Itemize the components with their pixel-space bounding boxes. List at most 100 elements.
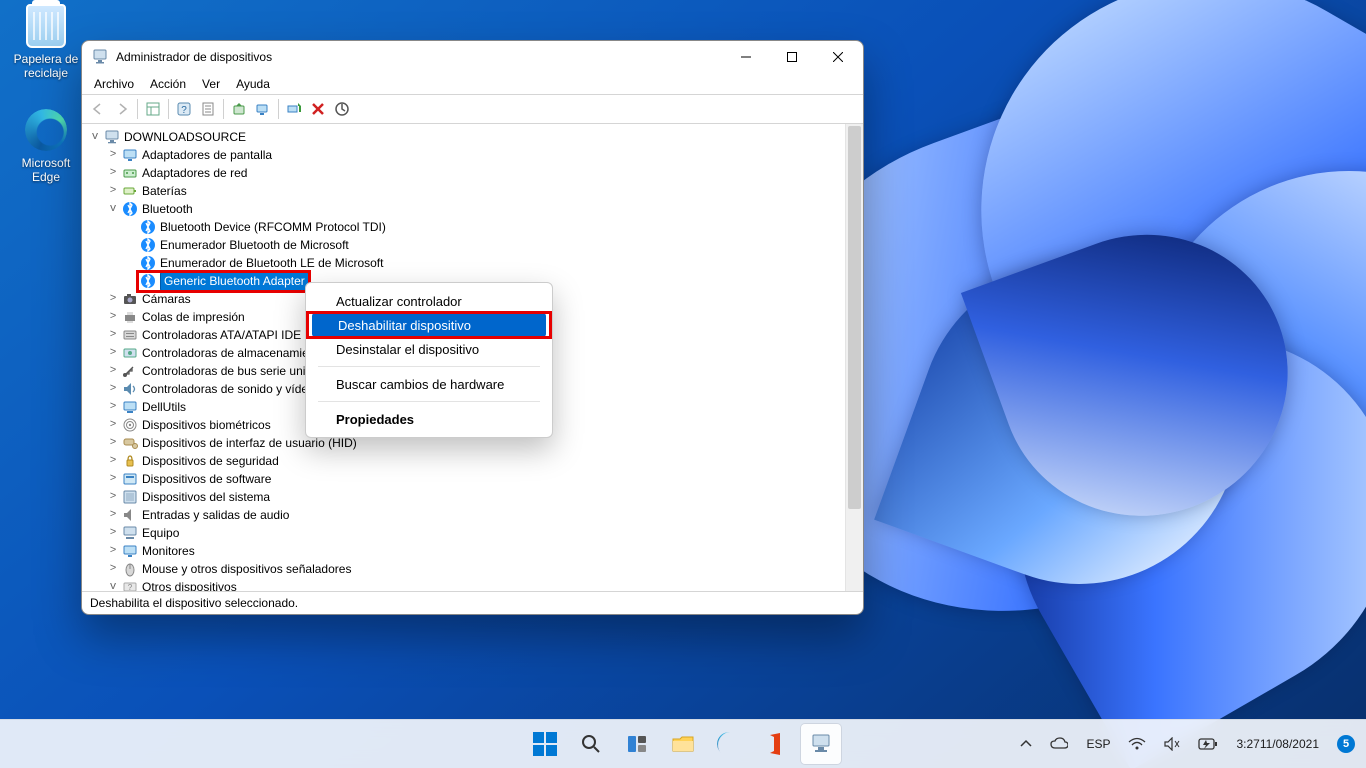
expand-toggle[interactable]: > (106, 563, 120, 575)
expand-toggle[interactable]: > (106, 437, 120, 449)
tree-item-14[interactable]: >Dispositivos de software (88, 470, 845, 488)
expand-toggle[interactable]: v (88, 131, 102, 143)
expand-toggle[interactable]: > (106, 149, 120, 161)
office-button[interactable] (755, 724, 795, 764)
tree-item-label: Generic Bluetooth Adapter (160, 272, 309, 291)
menubar: Archivo Acción Ver Ayuda (82, 73, 863, 95)
tree-item-label: Cámaras (142, 292, 191, 306)
tree-item-15[interactable]: >Dispositivos del sistema (88, 488, 845, 506)
disable-device-button[interactable] (330, 97, 354, 121)
expand-toggle[interactable]: > (106, 473, 120, 485)
tree-root[interactable]: vDOWNLOADSOURCE (88, 128, 845, 146)
expand-toggle[interactable]: > (106, 509, 120, 521)
language-indicator[interactable]: ESP (1083, 737, 1113, 751)
tree-item-3[interactable]: v Bluetooth (88, 200, 845, 218)
tree-item-2[interactable]: >Baterías (88, 182, 845, 200)
svg-text:?: ? (128, 583, 133, 591)
tree-item-16[interactable]: >Entradas y salidas de audio (88, 506, 845, 524)
task-view-button[interactable] (617, 724, 657, 764)
menu-archivo[interactable]: Archivo (86, 73, 142, 94)
tree-item-20[interactable]: v?Otros dispositivos (88, 578, 845, 591)
edge-taskbar-button[interactable] (709, 724, 749, 764)
chevron-up-icon (1020, 738, 1032, 750)
file-explorer-button[interactable] (663, 724, 703, 764)
expand-toggle[interactable]: > (106, 365, 120, 377)
edge-desktop-icon[interactable]: Microsoft Edge (8, 108, 84, 184)
battery-tray-icon[interactable] (1195, 738, 1221, 750)
tree-item-0[interactable]: >Adaptadores de pantalla (88, 146, 845, 164)
back-button (86, 97, 110, 121)
expand-toggle[interactable]: > (106, 293, 120, 305)
device-manager-icon (810, 733, 832, 755)
expand-toggle[interactable]: > (106, 455, 120, 467)
tree-item-17[interactable]: >Equipo (88, 524, 845, 542)
tree-item-label: Bluetooth (142, 202, 193, 216)
camera-icon (122, 291, 138, 307)
tray-overflow-button[interactable] (1017, 738, 1035, 750)
context-item-4[interactable]: Buscar cambios de hardware (306, 372, 552, 396)
tree-item-18[interactable]: >Monitores (88, 542, 845, 560)
expand-toggle[interactable]: > (106, 347, 120, 359)
context-item-1[interactable]: Deshabilitar dispositivo (312, 313, 546, 337)
edge-icon (25, 109, 67, 151)
statusbar: Deshabilita el dispositivo seleccionado. (82, 591, 863, 614)
help-button[interactable]: ? (172, 97, 196, 121)
expand-toggle[interactable]: > (106, 545, 120, 557)
tree-child-3-1[interactable]: Enumerador Bluetooth de Microsoft (88, 236, 845, 254)
uninstall-device-button[interactable] (306, 97, 330, 121)
minimize-button[interactable] (723, 41, 769, 73)
tree-item-label: Bluetooth Device (RFCOMM Protocol TDI) (160, 220, 386, 234)
show-hide-tree-button[interactable] (141, 97, 165, 121)
recycle-bin-desktop-icon[interactable]: Papelera de reciclaje (8, 4, 84, 80)
close-button[interactable] (815, 41, 861, 73)
tree-item-13[interactable]: > Dispositivos de seguridad (88, 452, 845, 470)
expand-toggle[interactable]: v (106, 581, 120, 591)
tree-child-3-0[interactable]: Bluetooth Device (RFCOMM Protocol TDI) (88, 218, 845, 236)
wifi-tray-icon[interactable] (1125, 737, 1149, 751)
scan-hardware-button[interactable] (251, 97, 275, 121)
expand-toggle[interactable]: > (106, 185, 120, 197)
tree-child-3-2[interactable]: Enumerador de Bluetooth LE de Microsoft (88, 254, 845, 272)
tree-item-19[interactable]: >Mouse y otros dispositivos señaladores (88, 560, 845, 578)
notifications-badge[interactable]: 5 (1334, 735, 1358, 753)
expand-toggle[interactable]: > (106, 167, 120, 179)
scrollbar-thumb[interactable] (848, 126, 861, 509)
onedrive-tray-icon[interactable] (1047, 737, 1071, 751)
expand-toggle[interactable]: > (106, 329, 120, 341)
context-item-0[interactable]: Actualizar controlador (306, 289, 552, 313)
context-item-2[interactable]: Desinstalar el dispositivo (306, 337, 552, 361)
start-button[interactable] (525, 724, 565, 764)
context-item-6[interactable]: Propiedades (306, 407, 552, 431)
windows-logo-icon (533, 732, 557, 756)
taskbar: ESP 3:27 11/08/2021 5 (0, 719, 1366, 768)
expand-toggle[interactable]: > (106, 383, 120, 395)
menu-ver[interactable]: Ver (194, 73, 228, 94)
edge-icon (717, 732, 741, 756)
tree-item-1[interactable]: >Adaptadores de red (88, 164, 845, 182)
bt-icon (140, 273, 156, 289)
device-manager-taskbar-button[interactable] (801, 724, 841, 764)
maximize-button[interactable] (769, 41, 815, 73)
expand-toggle[interactable]: > (106, 419, 120, 431)
enable-device-button[interactable] (282, 97, 306, 121)
folder-icon (671, 733, 695, 755)
clock[interactable]: 3:27 11/08/2021 (1233, 737, 1322, 751)
expand-toggle[interactable]: > (106, 491, 120, 503)
volume-tray-icon[interactable] (1161, 737, 1183, 751)
biometric-icon (122, 417, 138, 433)
expand-toggle[interactable]: v (106, 203, 120, 215)
expand-toggle[interactable]: > (106, 401, 120, 413)
expand-toggle[interactable]: > (106, 527, 120, 539)
properties-button[interactable] (196, 97, 220, 121)
tree-item-label: Controladoras ATA/ATAPI IDE (142, 328, 301, 342)
vertical-scrollbar[interactable] (845, 124, 863, 591)
expand-toggle[interactable]: > (106, 311, 120, 323)
update-driver-button[interactable] (227, 97, 251, 121)
tree-item-label: Dispositivos de seguridad (142, 454, 279, 468)
menu-ayuda[interactable]: Ayuda (228, 73, 278, 94)
search-button[interactable] (571, 724, 611, 764)
tree-item-label: Dispositivos de interfaz de usuario (HID… (142, 436, 357, 450)
menu-accion[interactable]: Acción (142, 73, 194, 94)
titlebar[interactable]: Administrador de dispositivos (82, 41, 863, 73)
tree-item-label: Controladoras de sonido y vídeo (142, 382, 315, 396)
